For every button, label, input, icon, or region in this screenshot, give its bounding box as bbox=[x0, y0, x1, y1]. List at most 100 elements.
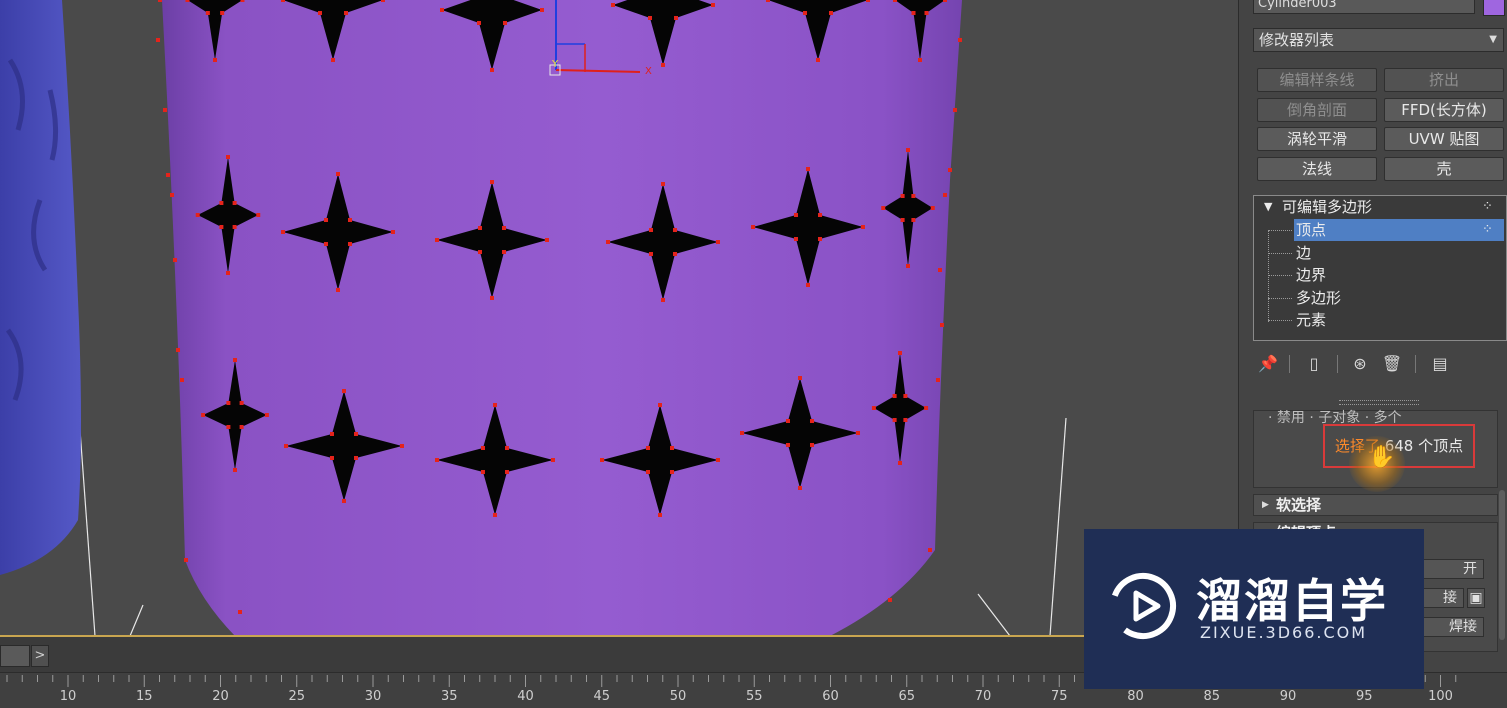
selection-rollout: · 禁用 · 子对象 · 多个 选择了 648 个顶点 ✋ bbox=[1253, 410, 1498, 492]
modifier-button-bevel-profile[interactable]: 倒角剖面 bbox=[1257, 98, 1377, 122]
vertex-point bbox=[226, 425, 231, 429]
stack-subitem-border[interactable]: 边界 bbox=[1254, 264, 1506, 286]
vertex-point bbox=[806, 283, 810, 287]
vertex-point bbox=[219, 225, 224, 229]
vertex-point bbox=[606, 240, 610, 244]
panel-scrollbar[interactable] bbox=[1499, 490, 1505, 640]
perspective-viewport[interactable]: Y X bbox=[0, 0, 1238, 636]
vertex-point bbox=[170, 193, 174, 197]
vertex-point bbox=[911, 11, 916, 15]
modifier-button-normal[interactable]: 法线 bbox=[1257, 157, 1377, 181]
ruler-tick-label: 35 bbox=[440, 689, 458, 704]
modifier-button-edit-spline[interactable]: 编辑样条线 bbox=[1257, 68, 1377, 92]
vertex-point bbox=[205, 11, 210, 15]
show-end-result-icon[interactable]: ▯ bbox=[1303, 352, 1325, 376]
stack-subitem-edge[interactable]: 边 bbox=[1254, 242, 1506, 264]
vertex-point bbox=[911, 194, 916, 198]
ruler-tick-label: 60 bbox=[822, 689, 839, 704]
modifier-button-turbosmooth[interactable]: 涡轮平滑 bbox=[1257, 127, 1377, 151]
vertex-point bbox=[478, 250, 482, 254]
modifier-list-dropdown[interactable]: 修改器列表 ▼ bbox=[1253, 28, 1504, 52]
vertex-point bbox=[354, 456, 358, 460]
modifier-button-shell[interactable]: 壳 bbox=[1384, 157, 1504, 181]
vertex-point bbox=[648, 16, 652, 20]
soft-selection-rollout[interactable]: ▶ 软选择 bbox=[1253, 494, 1498, 516]
vertex-point bbox=[348, 218, 352, 222]
vertex-point bbox=[673, 252, 677, 256]
vertex-point bbox=[158, 0, 162, 2]
vertex-point bbox=[953, 108, 957, 112]
vertex-point bbox=[798, 376, 802, 380]
stack-toolbar: 📌 ▯ ⊛ 🗑 ▤ bbox=[1253, 352, 1503, 378]
vertex-point bbox=[318, 11, 322, 15]
time-slider[interactable] bbox=[0, 645, 30, 667]
vertex-point bbox=[264, 413, 269, 417]
settings-square-icon[interactable]: ▣ bbox=[1467, 588, 1485, 608]
gizmo-y-label: Y bbox=[551, 59, 559, 70]
vertex-point bbox=[661, 298, 665, 302]
ruler-tick-label: 15 bbox=[135, 689, 153, 704]
stack-item-editable-poly[interactable]: ▼ 可编辑多边形 ⁘ bbox=[1254, 196, 1506, 218]
vertex-point bbox=[493, 513, 497, 517]
subobject-dots-icon: ⁘ bbox=[1482, 199, 1493, 214]
modifier-stack[interactable]: ▼ 可编辑多边形 ⁘ 顶点 ⁘ 边 边界 多边形 元素 bbox=[1253, 195, 1507, 341]
modifier-button-extrude[interactable]: 挤出 bbox=[1384, 68, 1504, 92]
vertex-point bbox=[936, 378, 940, 382]
ruler-tick-label: 30 bbox=[364, 689, 382, 704]
vertex-point bbox=[435, 458, 439, 462]
modifier-button-ffd-box[interactable]: FFD(长方体) bbox=[1384, 98, 1504, 122]
vertex-point bbox=[166, 173, 170, 177]
vertex-point bbox=[794, 237, 798, 241]
vertex-point bbox=[284, 444, 288, 448]
remove-modifier-icon[interactable]: 🗑 bbox=[1381, 352, 1403, 376]
vertex-point bbox=[940, 323, 944, 327]
vertex-point bbox=[239, 401, 244, 405]
vertex-point bbox=[803, 11, 807, 15]
expand-arrow-icon: ▶ bbox=[1262, 500, 1269, 510]
vertex-point bbox=[829, 11, 833, 15]
vertex-point bbox=[490, 296, 494, 300]
object-color-swatch[interactable] bbox=[1483, 0, 1505, 16]
stack-subitem-vertex[interactable]: 顶点 ⁘ bbox=[1254, 219, 1506, 241]
object-name-field[interactable]: Cylinder003 bbox=[1253, 0, 1475, 14]
vertex-point bbox=[861, 225, 865, 229]
vertex-point bbox=[911, 218, 916, 222]
vertex-point bbox=[938, 268, 942, 272]
stack-subitem-polygon[interactable]: 多边形 bbox=[1254, 287, 1506, 309]
vertex-point bbox=[661, 182, 665, 186]
configure-sets-icon[interactable]: ▤ bbox=[1429, 352, 1451, 376]
vertex-point bbox=[330, 456, 334, 460]
vertex-point bbox=[816, 58, 820, 62]
pin-icon[interactable]: 📌 bbox=[1257, 352, 1279, 376]
hand-cursor-icon: ✋ bbox=[1368, 445, 1396, 470]
vertex-point bbox=[766, 0, 770, 2]
play-logo-icon bbox=[1110, 573, 1176, 639]
vertex-point bbox=[903, 418, 908, 422]
ruler-tick-label: 70 bbox=[974, 689, 992, 704]
ruler-tick-label: 55 bbox=[745, 689, 763, 704]
vertex-point bbox=[673, 228, 677, 232]
vertex-point bbox=[490, 68, 494, 72]
vertex-point bbox=[810, 419, 814, 423]
vertex-point bbox=[670, 446, 674, 450]
vertex-point bbox=[481, 446, 485, 450]
vertex-point bbox=[185, 0, 190, 2]
stack-subitem-element[interactable]: 元素 bbox=[1254, 309, 1506, 331]
next-frame-button[interactable]: > bbox=[31, 645, 49, 667]
vertex-point bbox=[906, 148, 910, 152]
vertex-point bbox=[649, 252, 653, 256]
vertex-point bbox=[798, 486, 802, 490]
vertex-point bbox=[924, 406, 929, 410]
vertex-point bbox=[794, 213, 798, 217]
vertex-point bbox=[786, 443, 790, 447]
modifier-button-uvw-map[interactable]: UVW 贴图 bbox=[1384, 127, 1504, 151]
vertex-point bbox=[348, 242, 352, 246]
vertex-point bbox=[818, 213, 822, 217]
vertex-point bbox=[477, 21, 481, 25]
panel-splitter[interactable] bbox=[1339, 400, 1419, 405]
vertex-point bbox=[195, 213, 200, 217]
vertex-point bbox=[281, 0, 285, 2]
ruler-tick-label: 45 bbox=[593, 689, 611, 704]
make-unique-icon[interactable]: ⊛ bbox=[1349, 352, 1371, 376]
vertex-point bbox=[600, 458, 604, 462]
